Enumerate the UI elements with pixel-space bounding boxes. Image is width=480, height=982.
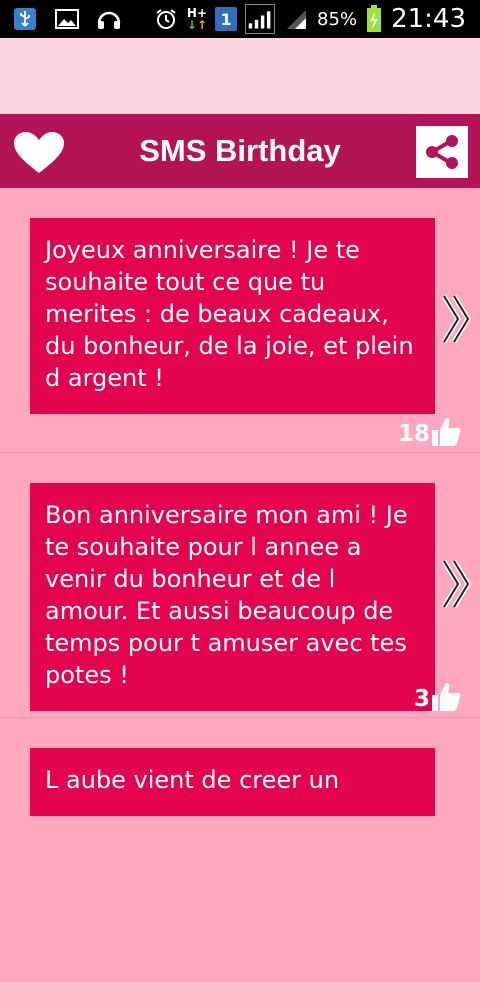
status-bar-right: H+ ↓↑ 1 85% 21:43 xyxy=(153,3,466,35)
thumbs-up-icon[interactable] xyxy=(430,414,462,448)
battery-charging-icon xyxy=(365,5,383,32)
data-hplus-icon: H+ ↓↑ xyxy=(186,6,208,32)
chevron-right-icon[interactable] xyxy=(441,559,473,609)
message-text[interactable]: Bon anniversaire mon ami ! Je te souhait… xyxy=(30,483,435,711)
list-item[interactable]: Bon anniversaire mon ami ! Je te souhait… xyxy=(0,453,480,718)
signal-icon-2 xyxy=(283,6,309,32)
image-icon xyxy=(54,6,80,32)
app-bar: SMS Birthday xyxy=(0,114,480,188)
status-bar-left xyxy=(12,6,122,32)
thumbs-up-icon[interactable] xyxy=(430,679,462,713)
message-list[interactable]: Joyeux anniversaire ! Je te souhaite tou… xyxy=(0,188,480,982)
like-count: 3 xyxy=(413,686,430,712)
sim-1-icon: 1 xyxy=(215,7,238,31)
list-item[interactable]: L aube vient de creer un xyxy=(0,718,480,982)
top-banner-area xyxy=(0,38,480,114)
usb-icon xyxy=(12,6,38,32)
battery-percent: 85% xyxy=(317,8,358,30)
share-button[interactable] xyxy=(416,126,468,178)
heart-icon[interactable] xyxy=(12,130,66,176)
signal-icon xyxy=(245,4,276,34)
app-title: SMS Birthday xyxy=(139,133,341,168)
message-text[interactable]: Joyeux anniversaire ! Je te souhaite tou… xyxy=(30,218,435,414)
alarm-icon xyxy=(153,6,179,32)
list-item[interactable]: Joyeux anniversaire ! Je te souhaite tou… xyxy=(0,188,480,453)
clock: 21:43 xyxy=(391,4,466,34)
like-count: 18 xyxy=(397,421,430,447)
headphones-icon xyxy=(96,6,122,32)
share-icon xyxy=(426,135,458,169)
message-text[interactable]: L aube vient de creer un xyxy=(30,748,435,816)
chevron-right-icon[interactable] xyxy=(441,294,473,344)
status-bar: H+ ↓↑ 1 85% 21:43 xyxy=(0,0,480,38)
